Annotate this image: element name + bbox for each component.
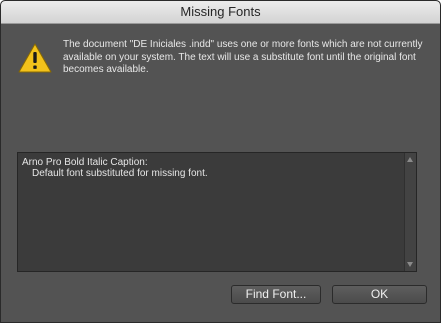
title-bar[interactable]: Missing Fonts: [1, 1, 440, 24]
scroll-down-icon[interactable]: [407, 262, 413, 267]
scroll-up-icon[interactable]: [407, 157, 413, 162]
dialog-title: Missing Fonts: [180, 4, 261, 19]
missing-fonts-dialog: Missing Fonts The document "DE Iniciales…: [0, 0, 441, 323]
warning-icon: [18, 43, 52, 73]
ok-button[interactable]: OK: [332, 285, 427, 304]
missing-font-detail: Default font substituted for missing fon…: [32, 168, 208, 179]
missing-font-name: Arno Pro Bold Italic Caption:: [22, 157, 148, 168]
alert-message: The document "DE Iniciales .indd" uses o…: [63, 39, 423, 75]
list-item[interactable]: Arno Pro Bold Italic Caption: Default fo…: [22, 157, 402, 179]
list-scrollbar[interactable]: [404, 153, 416, 271]
find-font-button[interactable]: Find Font...: [231, 285, 321, 304]
missing-fonts-list[interactable]: Arno Pro Bold Italic Caption: Default fo…: [17, 152, 417, 272]
